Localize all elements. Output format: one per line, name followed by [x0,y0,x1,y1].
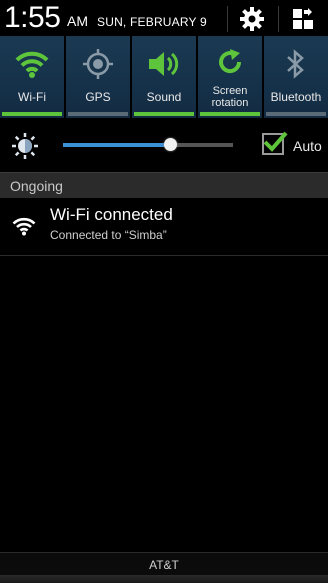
gear-icon [240,7,264,31]
toggle-label: Wi-Fi [18,90,46,104]
toggle-label-line1: Screen [212,85,248,97]
toggle-state-bar [134,112,194,116]
gps-icon [66,44,130,84]
brightness-slider-thumb[interactable] [164,138,178,151]
toggle-label: Sound [146,90,182,104]
ongoing-section-header: Ongoing [0,172,328,198]
notification-panel: 1:55 AM SUN, FEBRUARY 9 Wi-Fi GPS Sound … [0,0,328,583]
panel-header: 1:55 AM SUN, FEBRUARY 9 [0,0,328,36]
toggle-gps[interactable]: GPS [66,36,130,118]
notification-text: Connected to “Simba” [50,228,167,242]
quick-settings-toggles: Wi-Fi GPS Sound Screen rotation Bluetoot… [0,36,328,118]
rotate-icon [198,42,262,82]
toggle-state-bar [2,112,62,116]
divider [0,255,328,256]
settings-button[interactable] [236,3,268,35]
wifi-icon [12,216,36,241]
toggle-state-bar [200,112,260,116]
clock-time: 1:55 [4,1,61,34]
toggle-state-bar [266,112,326,116]
date-label: SUN, FEBRUARY 9 [97,15,207,29]
toggle-label-line2: rotation [211,97,249,109]
notification-title: Wi-Fi connected [50,205,173,224]
speaker-icon [132,44,196,84]
auto-brightness-checkbox[interactable] [262,131,288,155]
brightness-icon [12,133,38,164]
header-divider [278,6,279,32]
toggle-label: Bluetooth [270,90,322,104]
brightness-slider[interactable] [63,138,233,151]
auto-brightness-label: Auto [293,138,322,154]
section-title: Ongoing [10,178,63,194]
carrier-label: AT&T [149,558,179,572]
bluetooth-icon [264,44,328,84]
checkmark-icon [263,131,288,152]
notification-wifi-connected[interactable]: Wi-Fi connected Connected to “Simba” [0,197,328,255]
clock-ampm: AM [67,13,88,29]
panel-drag-handle[interactable] [0,575,328,583]
toggle-wifi[interactable]: Wi-Fi [0,36,64,118]
grid-edit-icon [293,8,313,29]
toggle-screen-rotation[interactable]: Screen rotation [198,36,262,118]
wifi-icon [0,44,64,84]
toggle-bluetooth[interactable]: Bluetooth [264,36,328,118]
header-divider [227,6,228,32]
toggle-label: GPS [85,90,111,104]
toggle-state-bar [68,112,128,116]
toggle-sound[interactable]: Sound [132,36,196,118]
brightness-slider-fill [63,143,171,147]
edit-toggles-button[interactable] [287,3,319,35]
